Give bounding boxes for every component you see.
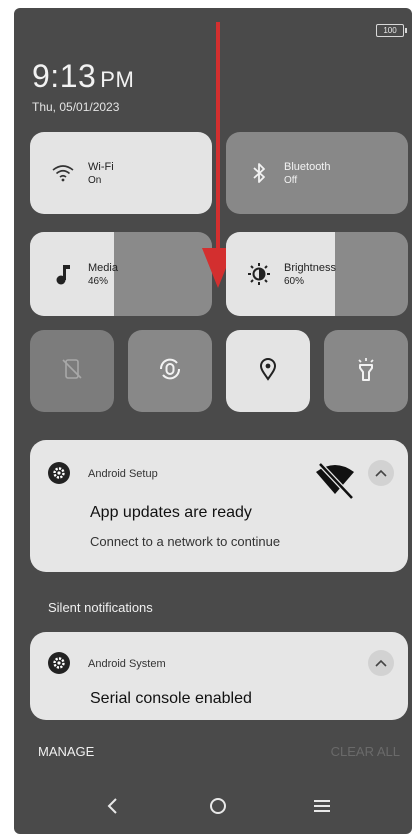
home-button[interactable] bbox=[198, 793, 238, 823]
notification-shade: 100 9:13 PM Thu, 05/01/2023 Wi-Fi On Blue… bbox=[14, 8, 412, 834]
media-volume-slider[interactable]: Media 46% bbox=[30, 232, 212, 316]
settings-gear-icon bbox=[48, 462, 70, 484]
screen-record-icon bbox=[157, 356, 183, 387]
recents-button[interactable] bbox=[302, 793, 342, 823]
wifi-label: Wi-Fi bbox=[88, 160, 114, 173]
wifi-tile[interactable]: Wi-Fi On bbox=[30, 132, 212, 214]
notification-title: Serial console enabled bbox=[90, 690, 252, 707]
media-label: Media bbox=[88, 261, 118, 274]
silent-notification-card[interactable]: Android System Serial console enabled bbox=[30, 632, 408, 720]
bluetooth-label: Bluetooth bbox=[284, 160, 331, 173]
flashlight-icon bbox=[355, 356, 377, 387]
bluetooth-icon bbox=[246, 160, 272, 186]
auto-rotate-toggle[interactable] bbox=[30, 330, 114, 412]
auto-rotate-off-icon bbox=[60, 357, 84, 386]
notification-card[interactable]: Android Setup App updates are ready Conn… bbox=[30, 440, 408, 572]
location-icon bbox=[258, 357, 278, 386]
battery-level: 100 bbox=[383, 26, 397, 35]
chevron-up-icon bbox=[375, 464, 387, 482]
media-value: 46% bbox=[88, 275, 109, 287]
music-note-icon bbox=[50, 261, 76, 287]
bluetooth-tile[interactable]: Bluetooth Off bbox=[226, 132, 408, 214]
battery-indicator: 100 bbox=[376, 24, 407, 37]
notification-app-name: Android Setup bbox=[88, 468, 158, 480]
manage-button[interactable]: MANAGE bbox=[38, 744, 94, 759]
wifi-state: On bbox=[88, 174, 102, 186]
clock-ampm: PM bbox=[100, 67, 135, 92]
brightness-icon bbox=[246, 261, 272, 287]
screen-record-toggle[interactable] bbox=[128, 330, 212, 412]
clear-all-button[interactable]: CLEAR ALL bbox=[331, 744, 400, 759]
brightness-value: 60% bbox=[284, 275, 305, 287]
menu-lines-icon bbox=[313, 798, 331, 819]
notification-expand-button[interactable] bbox=[368, 650, 394, 676]
home-icon bbox=[208, 796, 228, 821]
flashlight-toggle[interactable] bbox=[324, 330, 408, 412]
back-icon bbox=[106, 797, 118, 820]
date-label: Thu, 05/01/2023 bbox=[32, 100, 120, 114]
wifi-icon bbox=[50, 160, 76, 186]
notification-title: App updates are ready bbox=[90, 504, 252, 521]
clock[interactable]: 9:13 PM bbox=[32, 58, 134, 95]
chevron-up-icon bbox=[375, 654, 387, 672]
android-system-icon bbox=[48, 652, 70, 674]
location-toggle[interactable] bbox=[226, 330, 310, 412]
back-button[interactable] bbox=[92, 793, 132, 823]
notification-expand-button[interactable] bbox=[368, 460, 394, 486]
silent-notifications-header: Silent notifications bbox=[48, 600, 153, 615]
brightness-label: Brightness bbox=[284, 261, 336, 274]
bluetooth-state: Off bbox=[284, 174, 298, 186]
brightness-slider[interactable]: Brightness 60% bbox=[226, 232, 408, 316]
wifi-off-icon bbox=[314, 460, 356, 507]
notification-body: Connect to a network to continue bbox=[90, 534, 281, 549]
clock-time: 9:13 bbox=[32, 58, 97, 94]
notification-app-name: Android System bbox=[88, 658, 166, 670]
